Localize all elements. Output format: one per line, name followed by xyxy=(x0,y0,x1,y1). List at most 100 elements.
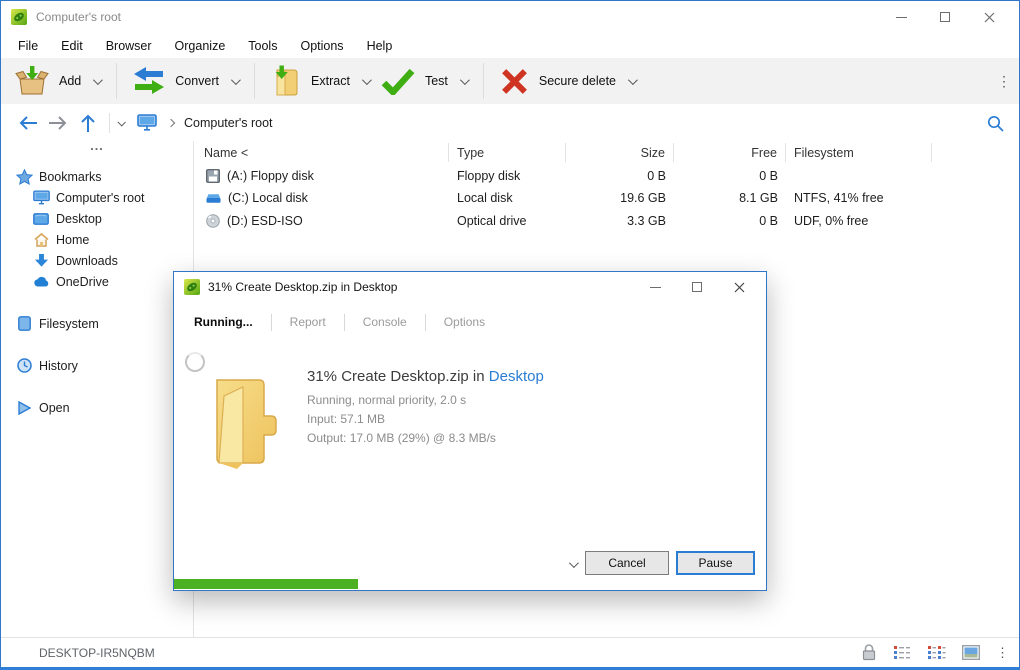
up-button[interactable] xyxy=(73,109,103,137)
desktop-icon xyxy=(32,213,50,225)
status-bar: DESKTOP-IR5NQBM xyxy=(1,637,1019,667)
task-output-line: Output: 17.0 MB (29%) @ 8.3 MB/s xyxy=(307,431,496,445)
sidebar-item-label: OneDrive xyxy=(56,275,109,289)
back-arrow-icon xyxy=(18,115,38,131)
dialog-close-button[interactable] xyxy=(718,272,760,302)
table-row[interactable]: (D:) ESD-ISO Optical drive 3.3 GB 0 B UD… xyxy=(196,210,1019,232)
back-button[interactable] xyxy=(13,109,43,137)
menu-browser[interactable]: Browser xyxy=(98,36,160,56)
sidebar-more-button[interactable]: ... xyxy=(1,141,193,157)
lock-icon[interactable] xyxy=(861,644,877,661)
sidebar-item-label: Bookmarks xyxy=(39,170,102,184)
column-header-type[interactable]: Type xyxy=(449,143,566,162)
column-header-free[interactable]: Free xyxy=(674,143,786,162)
dialog-tabs: Running... Report Console Options xyxy=(174,304,766,340)
menu-file[interactable]: File xyxy=(10,36,46,56)
details-view-icon[interactable] xyxy=(893,645,911,660)
nav-separator xyxy=(109,113,110,133)
maximize-button[interactable] xyxy=(923,1,967,33)
file-type: Floppy disk xyxy=(449,169,566,183)
sidebar-item-desktop[interactable]: Desktop xyxy=(1,208,193,229)
minimize-button[interactable] xyxy=(879,1,923,33)
convert-button[interactable]: Convert xyxy=(127,61,244,101)
file-size: 3.3 GB xyxy=(566,214,674,228)
sidebar-item-onedrive[interactable]: OneDrive xyxy=(1,271,193,292)
tile-view-icon[interactable] xyxy=(927,645,946,660)
close-icon xyxy=(734,282,745,293)
task-title-text: 31% Create Desktop.zip in xyxy=(307,368,489,385)
task-input-line: Input: 57.1 MB xyxy=(307,412,385,426)
sidebar-item-history[interactable]: History xyxy=(1,355,193,376)
test-dropdown-chevron-icon[interactable] xyxy=(460,75,470,85)
cancel-button[interactable]: Cancel xyxy=(585,551,669,575)
statusbar-overflow-icon[interactable]: ⋮ xyxy=(996,645,1009,661)
file-size: 19.6 GB xyxy=(566,191,674,205)
sidebar-item-label: Home xyxy=(56,233,89,247)
forward-button[interactable] xyxy=(43,109,73,137)
extract-button[interactable]: Extract xyxy=(265,61,375,101)
table-row[interactable]: (C:) Local disk Local disk 19.6 GB 8.1 G… xyxy=(196,187,1019,209)
tab-options[interactable]: Options xyxy=(432,315,497,329)
image-preview-icon[interactable] xyxy=(962,645,980,660)
add-button[interactable]: Add xyxy=(9,61,106,101)
file-type: Local disk xyxy=(449,191,566,205)
download-arrow-icon xyxy=(32,253,50,268)
dialog-title-bar: 31% Create Desktop.zip in Desktop xyxy=(174,272,766,302)
file-free: 8.1 GB xyxy=(674,191,786,205)
file-name: (D:) ESD-ISO xyxy=(227,214,303,228)
add-dropdown-chevron-icon[interactable] xyxy=(93,75,103,85)
dialog-minimize-button[interactable] xyxy=(634,272,676,302)
computer-icon xyxy=(137,114,157,131)
toolbar-separator xyxy=(116,63,117,99)
menu-help[interactable]: Help xyxy=(359,36,401,56)
sidebar-item-home[interactable]: Home xyxy=(1,229,193,250)
tab-separator xyxy=(344,314,345,331)
address-dropdown-chevron-icon[interactable] xyxy=(117,118,125,126)
extract-dropdown-chevron-icon[interactable] xyxy=(362,75,372,85)
tab-running[interactable]: Running... xyxy=(192,315,265,329)
file-free: 0 B xyxy=(674,214,786,228)
dialog-maximize-button[interactable] xyxy=(676,272,718,302)
pause-button[interactable]: Pause xyxy=(676,551,755,575)
task-destination-link[interactable]: Desktop xyxy=(489,368,544,385)
menu-organize[interactable]: Organize xyxy=(167,36,234,56)
menu-edit[interactable]: Edit xyxy=(53,36,91,56)
sidebar-item-downloads[interactable]: Downloads xyxy=(1,250,193,271)
computer-root-button[interactable] xyxy=(132,109,162,137)
extract-icon xyxy=(271,65,301,97)
toolbar-overflow-icon[interactable]: ⋮ xyxy=(995,70,1013,92)
add-label: Add xyxy=(59,74,81,88)
secure-delete-button[interactable]: Secure delete xyxy=(494,61,641,101)
hard-disk-icon xyxy=(206,193,221,204)
search-icon xyxy=(987,115,1004,132)
secure-delete-dropdown-chevron-icon[interactable] xyxy=(628,75,638,85)
column-header-filesystem[interactable]: Filesystem xyxy=(786,143,932,162)
sidebar-item-bookmarks[interactable]: Bookmarks xyxy=(1,166,193,187)
column-header-name[interactable]: Name < xyxy=(196,143,449,162)
menu-tools[interactable]: Tools xyxy=(240,36,285,56)
close-button[interactable] xyxy=(967,1,1011,33)
test-button[interactable]: Test xyxy=(375,61,473,101)
tab-console[interactable]: Console xyxy=(351,315,419,329)
sidebar-item-label: Downloads xyxy=(56,254,118,268)
open-play-icon xyxy=(15,401,33,415)
convert-dropdown-chevron-icon[interactable] xyxy=(231,75,241,85)
file-name: (C:) Local disk xyxy=(228,191,308,205)
tab-report[interactable]: Report xyxy=(278,315,338,329)
up-arrow-icon xyxy=(80,113,96,133)
dialog-options-chevron-button[interactable] xyxy=(564,557,580,571)
secure-delete-x-icon xyxy=(500,67,529,96)
search-button[interactable] xyxy=(983,111,1007,135)
maximize-icon xyxy=(940,12,950,22)
file-filesystem: NTFS, 41% free xyxy=(786,191,932,205)
column-header-size[interactable]: Size xyxy=(566,143,674,162)
sidebar-item-filesystem[interactable]: Filesystem xyxy=(1,313,193,334)
sidebar-item-computers-root[interactable]: Computer's root xyxy=(1,187,193,208)
optical-disc-icon xyxy=(206,214,220,228)
breadcrumb[interactable]: Computer's root xyxy=(184,116,273,130)
sidebar-item-open[interactable]: Open xyxy=(1,397,193,418)
table-row[interactable]: (A:) Floppy disk Floppy disk 0 B 0 B xyxy=(196,165,1019,187)
floppy-disk-icon xyxy=(206,169,220,183)
menu-options[interactable]: Options xyxy=(292,36,351,56)
minimize-icon xyxy=(896,17,907,18)
